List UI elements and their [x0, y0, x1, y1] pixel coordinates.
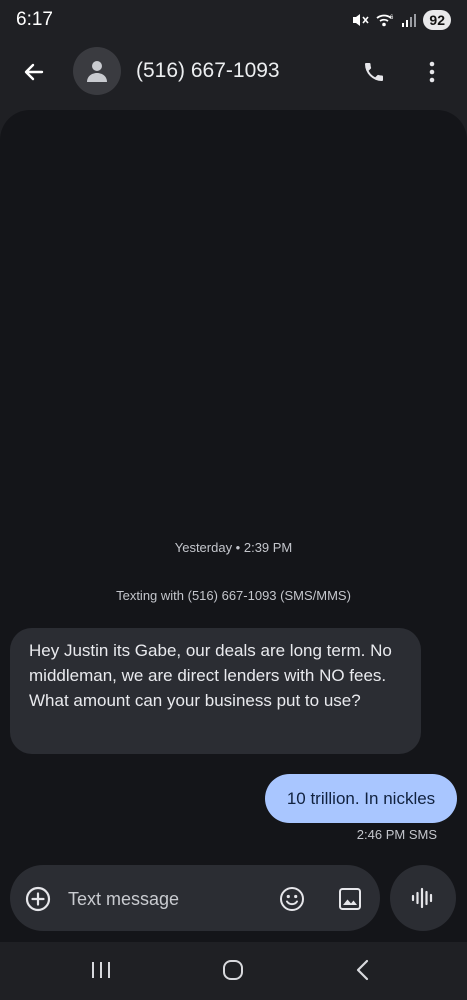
more-options-button[interactable] — [418, 56, 446, 88]
recents-button[interactable] — [86, 956, 116, 984]
svg-text:6: 6 — [390, 15, 394, 21]
battery-level: 92 — [423, 10, 451, 30]
compose-bar — [0, 862, 467, 942]
voice-waveform-icon — [411, 887, 433, 909]
outgoing-message-type: SMS — [408, 827, 437, 842]
gallery-icon — [339, 888, 361, 910]
status-bar: 6:17 6 92 — [0, 0, 467, 40]
status-icons: 6 92 — [351, 10, 451, 30]
outgoing-message-time: 2:46 PM — [356, 827, 406, 842]
app-bar: (516) 667-1093 — [0, 40, 467, 104]
mute-icon — [351, 12, 370, 28]
status-time: 6:17 — [16, 9, 53, 30]
voice-message-button[interactable] — [390, 865, 456, 931]
outgoing-message-meta: 2:46 PM SMS — [357, 827, 437, 842]
phone-icon — [365, 63, 383, 81]
person-icon — [87, 61, 107, 82]
home-icon — [223, 960, 243, 980]
back-button[interactable] — [18, 56, 50, 88]
back-arrow-icon — [24, 63, 44, 81]
system-nav-bar — [0, 942, 467, 1000]
contact-avatar[interactable] — [73, 47, 121, 95]
message-input[interactable] — [68, 884, 268, 914]
more-vert-icon — [429, 61, 435, 83]
call-button[interactable] — [358, 56, 390, 88]
emoji-button[interactable] — [278, 885, 306, 913]
outgoing-message-bubble[interactable]: 10 trillion. In nickles — [265, 774, 457, 823]
back-icon — [356, 959, 369, 981]
recents-icon — [92, 962, 110, 978]
compose-field — [10, 865, 380, 931]
wifi-icon: 6 — [375, 12, 395, 28]
contact-name[interactable]: (516) 667-1093 — [136, 59, 280, 83]
conversation-timestamp: Yesterday • 2:39 PM — [174, 540, 293, 555]
incoming-message-bubble[interactable]: Hey Justin its Gabe, our deals are long … — [10, 628, 421, 754]
emoji-icon — [280, 887, 304, 911]
gallery-button[interactable] — [336, 885, 364, 913]
signal-icon — [401, 12, 417, 28]
texting-with-info: Texting with (516) 667-1093 (SMS/MMS) — [116, 588, 351, 603]
home-button[interactable] — [218, 956, 248, 984]
add-attachment-button[interactable] — [24, 885, 52, 913]
nav-back-button[interactable] — [348, 956, 378, 984]
add-circle-icon — [25, 886, 51, 912]
